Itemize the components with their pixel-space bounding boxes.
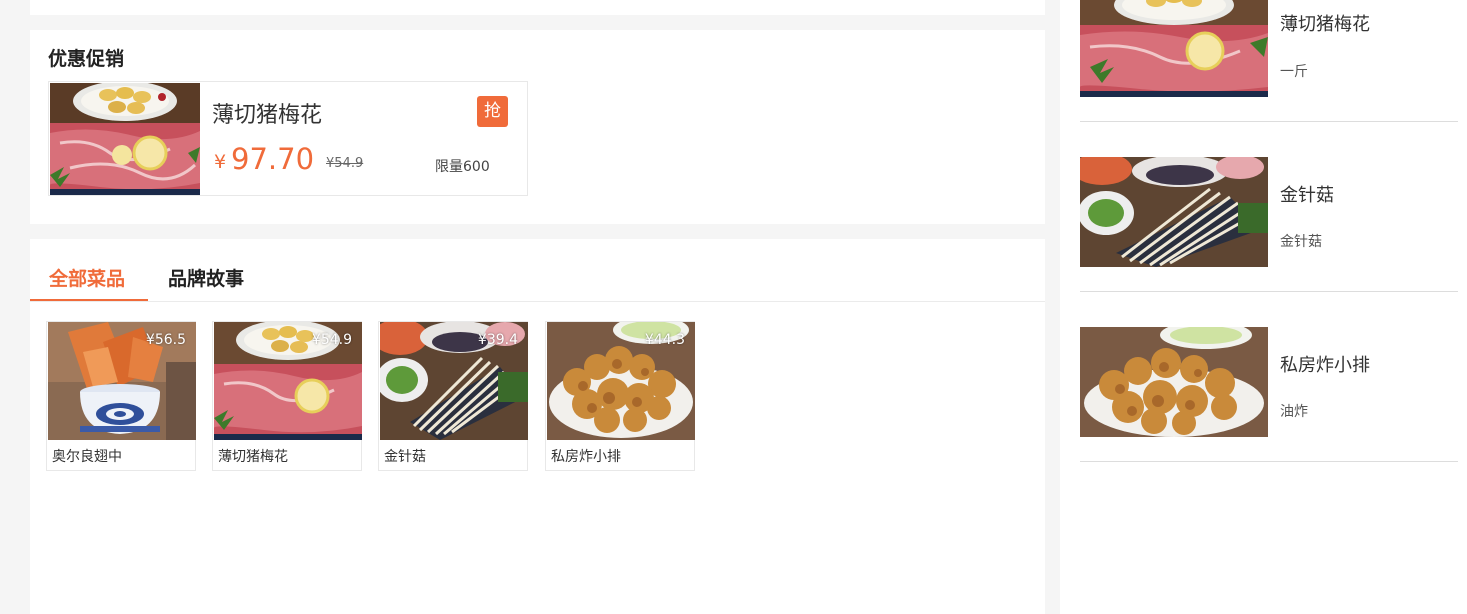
sliced-pork-photo[interactable]: ¥54.9 — [214, 322, 362, 440]
promotion-title: 优惠促销 — [48, 48, 125, 70]
promotion-item[interactable]: 薄切猪梅花 抢 ¥ 97.70 ¥54.9 限量600 — [48, 81, 528, 196]
promotion-section: 优惠促销 薄切猪梅花 抢 ¥ 97.70 ¥54.9 限量600 — [30, 30, 1045, 224]
tab-brand-story[interactable]: 品牌故事 — [168, 264, 244, 291]
dish-name: 薄切猪梅花 — [218, 449, 288, 465]
list-item[interactable]: 薄切猪梅花 一斤 — [1080, 0, 1458, 122]
original-price: ¥54.9 — [326, 156, 364, 171]
enoki-mushroom-photo[interactable] — [1080, 157, 1268, 267]
active-tab-indicator — [30, 299, 148, 301]
list-item-desc: 一斤 — [1280, 64, 1308, 80]
sliced-pork-photo[interactable] — [1080, 0, 1268, 97]
dish-card[interactable]: ¥54.9 薄切猪梅花 — [212, 321, 362, 471]
dish-price: ¥56.5 — [145, 332, 186, 348]
fried-ribs-photo[interactable] — [1080, 327, 1268, 437]
grab-button[interactable]: 抢 — [477, 96, 508, 127]
limit-quantity: 限量600 — [435, 159, 490, 175]
tab-bar: 全部菜品 品牌故事 — [30, 239, 1045, 302]
list-item[interactable]: 金针菇 金针菇 — [1080, 122, 1458, 292]
menu-section: 全部菜品 品牌故事 ¥56.5 奥尔良翅中 ¥54.9 薄切猪梅花 ¥39.4 … — [30, 239, 1045, 614]
enoki-mushroom-photo[interactable]: ¥39.4 — [380, 322, 528, 440]
dish-name: 金针菇 — [384, 449, 426, 465]
top-card — [30, 0, 1045, 15]
list-item-desc: 油炸 — [1280, 404, 1308, 420]
list-item-name: 薄切猪梅花 — [1280, 14, 1370, 35]
list-item-name: 金针菇 — [1280, 185, 1334, 206]
dish-price: ¥54.9 — [311, 332, 352, 348]
dish-card[interactable]: ¥44.3 私房炸小排 — [545, 321, 695, 471]
dish-name: 奥尔良翅中 — [52, 449, 122, 465]
sliced-pork-photo[interactable] — [50, 83, 200, 195]
tab-all-dishes[interactable]: 全部菜品 — [49, 264, 125, 291]
promotion-item-name: 薄切猪梅花 — [212, 103, 323, 128]
fried-ribs-photo[interactable]: ¥44.3 — [547, 322, 695, 440]
currency-symbol: ¥ — [214, 151, 227, 173]
list-item[interactable]: 私房炸小排 油炸 — [1080, 292, 1458, 462]
promotion-price: 97.70 — [231, 142, 315, 176]
right-dish-list: 薄切猪梅花 一斤 金针菇 金针菇 私房炸小排 油炸 — [1060, 0, 1467, 614]
dish-price: ¥44.3 — [644, 332, 685, 348]
dish-price: ¥39.4 — [477, 332, 518, 348]
dish-card[interactable]: ¥56.5 奥尔良翅中 — [46, 321, 196, 471]
dish-card[interactable]: ¥39.4 金针菇 — [378, 321, 528, 471]
dish-name: 私房炸小排 — [551, 449, 621, 465]
list-item-desc: 金针菇 — [1280, 234, 1322, 250]
list-item-name: 私房炸小排 — [1280, 355, 1370, 376]
fried-chicken-wings-photo[interactable]: ¥56.5 — [48, 322, 196, 440]
